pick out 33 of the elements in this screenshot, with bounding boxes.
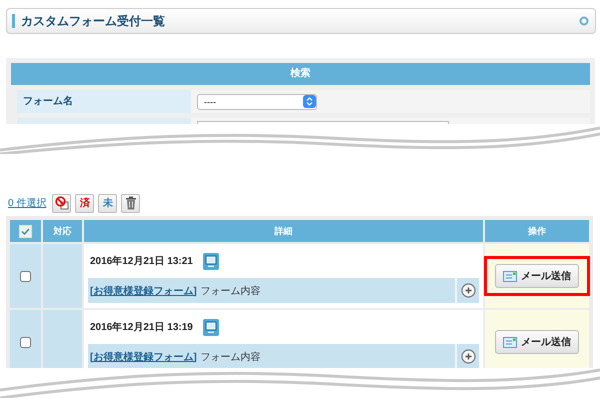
circle-icon[interactable] (579, 16, 589, 26)
form-name-link[interactable]: [お得意様登録フォーム] (90, 350, 197, 364)
column-header: 対応 (43, 220, 82, 242)
monitor-icon[interactable] (202, 318, 219, 336)
status-cell (43, 310, 82, 368)
received-date: 2016年12月21日 13:19 (90, 320, 193, 334)
field-label: フォーム名 (17, 90, 191, 113)
received-date: 2016年12月21日 13:21 (90, 254, 193, 268)
form-name-select[interactable]: ---- (197, 94, 317, 110)
status-button[interactable]: 済 (75, 194, 94, 212)
send-mail-button[interactable]: メール送信 (495, 330, 579, 354)
expand-plus-icon[interactable] (460, 283, 476, 298)
column-header: 詳細 (84, 220, 483, 242)
column-header: 操作 (485, 220, 589, 242)
select-all-checkbox[interactable] (19, 224, 32, 238)
send-mail-button[interactable]: メール送信 (495, 264, 579, 288)
row-checkbox[interactable] (20, 336, 31, 348)
form-content-label: フォーム内容 (200, 284, 261, 298)
search-header: 検索 (11, 63, 590, 85)
form-content-label: フォーム内容 (200, 350, 261, 364)
status-cell (43, 244, 82, 308)
row-checkbox[interactable] (20, 270, 31, 282)
status-button[interactable]: 未 (98, 194, 118, 212)
mail-icon (503, 270, 517, 282)
form-name-link[interactable]: [お得意様登録フォーム] (90, 284, 197, 298)
dropdown-arrow-icon[interactable] (303, 95, 316, 108)
page-title: カスタムフォーム受付一覧 (21, 12, 166, 30)
expand-plus-icon[interactable] (460, 349, 476, 364)
trash-icon[interactable] (121, 194, 140, 212)
monitor-icon[interactable] (202, 252, 219, 270)
clear-selection-button[interactable] (52, 194, 72, 212)
selection-count-link[interactable]: 0 件選択 (8, 196, 46, 210)
mail-icon (503, 336, 517, 348)
